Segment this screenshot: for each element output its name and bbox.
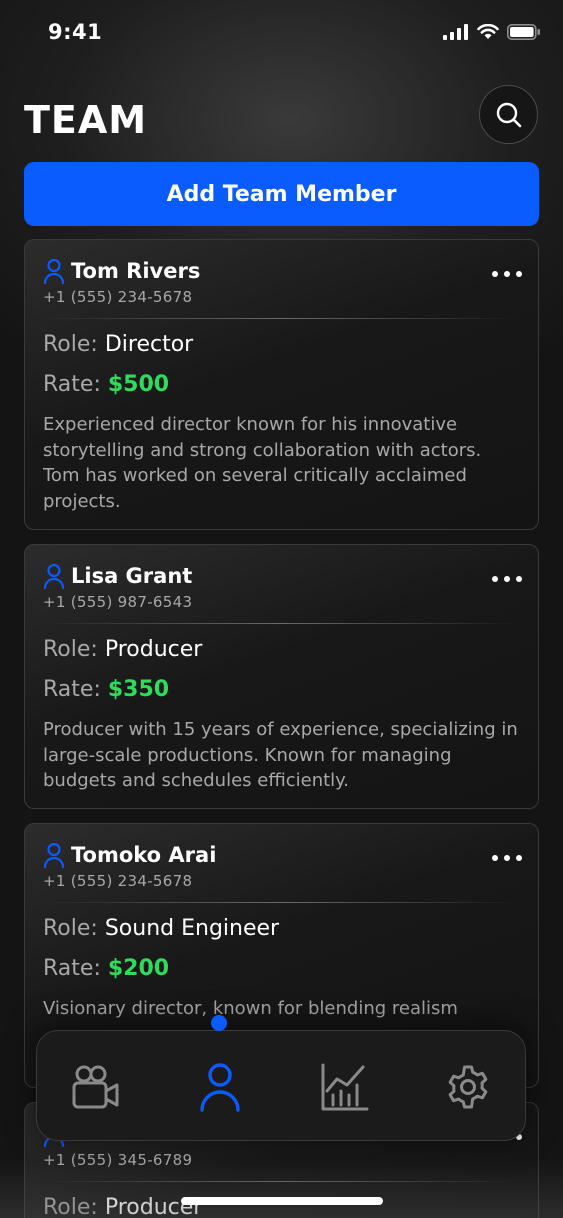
video-camera-icon [72,1065,119,1109]
more-options-button[interactable] [492,576,522,582]
more-dot-icon [504,576,510,582]
tab-projects[interactable] [67,1059,123,1115]
team-member-card[interactable]: Lisa Grant +1 (555) 987-6543 Role: Produ… [24,544,539,809]
member-name-row: Tom Rivers [43,258,200,284]
add-team-member-button[interactable]: Add Team Member [24,162,539,226]
member-name-row: Lisa Grant [43,563,192,589]
more-dot-icon [504,271,510,277]
more-dot-icon [516,855,522,861]
member-phone: +1 (555) 345-6789 [43,1151,193,1169]
more-options-button[interactable] [492,855,522,861]
tab-analytics[interactable] [317,1059,373,1115]
member-role-row: Role: Director [43,332,193,357]
person-icon [43,563,65,589]
member-name: Tom Rivers [71,259,201,283]
cellular-signal-icon [443,24,468,40]
rate-label: Rate: [43,956,101,981]
role-label: Role: [43,1195,98,1218]
rate-label: Rate: [43,677,101,702]
status-icons [443,24,541,40]
card-divider [43,902,520,903]
member-phone: +1 (555) 234-5678 [43,872,193,890]
search-icon [496,102,521,127]
member-phone: +1 (555) 234-5678 [43,288,193,306]
more-dot-icon [516,576,522,582]
member-description: Visionary director, known for blending r… [43,998,458,1019]
person-icon [200,1063,240,1112]
page-title: TEAM [24,98,148,142]
person-icon [43,842,65,868]
battery-icon [507,24,540,40]
tab-team[interactable] [192,1059,248,1115]
member-name: Tomoko Arai [71,843,217,867]
tab-settings[interactable] [440,1059,496,1115]
gear-icon [448,1065,488,1109]
member-role: Sound Engineer [104,916,280,941]
search-button[interactable] [479,85,538,144]
person-icon [43,258,65,284]
more-dot-icon [492,855,498,861]
more-dot-icon [492,576,498,582]
member-rate: $500 [107,372,170,397]
more-options-button[interactable] [492,271,522,277]
more-dot-icon [504,855,510,861]
tab-bar [36,1030,526,1141]
member-name-row: Tomoko Arai [43,842,216,868]
role-label: Role: [43,637,98,662]
member-role: Director [104,332,194,357]
role-label: Role: [43,916,98,941]
member-rate-row: Rate: $200 [43,956,169,981]
member-rate: $350 [107,677,170,702]
member-name: Lisa Grant [71,564,193,588]
home-indicator [181,1197,383,1205]
more-dot-icon [492,271,498,277]
wifi-icon [477,24,499,39]
member-rate: $200 [107,956,170,981]
card-divider [43,1181,520,1182]
member-description: Experienced director known for his innov… [43,414,482,512]
member-phone: +1 (555) 987-6543 [43,593,193,611]
member-rate-row: Rate: $350 [43,677,169,702]
member-role-row: Role: Sound Engineer [43,916,279,941]
member-description: Producer with 15 years of experience, sp… [43,719,518,791]
role-label: Role: [43,332,98,357]
status-bar: 9:41 [0,0,563,70]
card-divider [43,318,520,319]
status-time: 9:41 [48,20,103,44]
rate-label: Rate: [43,372,101,397]
member-role-row: Role: Producer [43,1195,202,1218]
member-rate-row: Rate: $500 [43,372,169,397]
active-tab-indicator [211,1015,227,1031]
more-dot-icon [516,271,522,277]
card-divider [43,623,520,624]
chart-icon [321,1063,369,1111]
member-role-row: Role: Producer [43,637,202,662]
team-member-card[interactable]: Tom Rivers +1 (555) 234-5678 Role: Direc… [24,239,539,530]
member-role: Producer [104,637,203,662]
